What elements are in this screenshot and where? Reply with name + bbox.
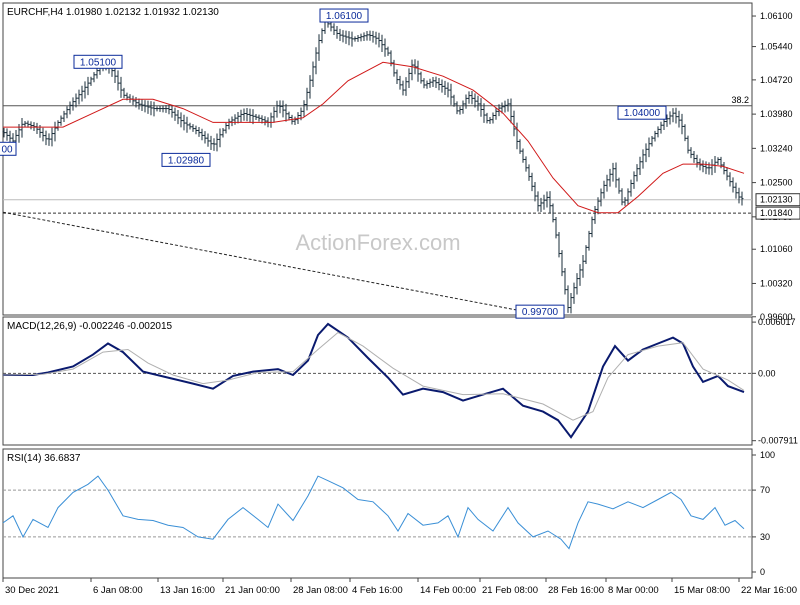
eurchf-chart: ActionForex.com EURCHF,H4 1.01980 1.0213…: [0, 0, 800, 600]
rsi-tick-label: 100: [760, 450, 775, 460]
support-level-badge: 1.01840: [755, 206, 800, 220]
time-tick-label: 21 Jan 00:00: [225, 585, 280, 596]
swing-label-text: 0.99700: [522, 307, 559, 318]
support-level-badge-text: 1.01840: [760, 208, 793, 218]
price-tick-label: 1.03240: [760, 143, 793, 153]
time-tick-label: 8 Mar 00:00: [608, 585, 659, 596]
swing-label: 1.02980: [161, 152, 211, 167]
rsi-tick-label: 70: [760, 485, 770, 495]
fib-level-label: 38.2: [731, 95, 749, 105]
swing-label-text: 1.02980: [168, 155, 205, 166]
macd-panel-title: MACD(12,26,9) -0.002246 -0.002015: [7, 321, 173, 332]
rsi-tick-label: 30: [760, 532, 770, 542]
rsi-panel-title: RSI(14) 36.6837: [7, 453, 81, 464]
swing-label: 1.05100: [73, 54, 123, 69]
watermark: ActionForex.com: [295, 230, 460, 255]
swing-label: 0.99700: [515, 304, 565, 319]
current-price-badge: 1.02130: [755, 193, 800, 207]
price-tick-label: 1.03980: [760, 109, 793, 119]
price-tick-label: 1.02500: [760, 178, 793, 188]
swing-label-text: 1.04000: [624, 108, 661, 119]
swing-label-text: 00: [1, 144, 13, 155]
price-tick-label: 1.01060: [760, 244, 793, 254]
swing-label-text: 1.05100: [80, 57, 117, 68]
time-tick-label: 21 Feb 08:00: [482, 585, 538, 596]
macd-tick-label: 0.006017: [758, 317, 796, 327]
price-tick-label: 1.00320: [760, 278, 793, 288]
time-tick-label: 28 Jan 08:00: [293, 585, 348, 596]
swing-label: 1.04000: [617, 105, 667, 120]
swing-label-text: 1.06100: [326, 11, 363, 22]
time-tick-label: 13 Jan 16:00: [160, 585, 215, 596]
time-tick-label: 15 Mar 08:00: [674, 585, 730, 596]
time-tick-label: 14 Feb 00:00: [420, 585, 476, 596]
swing-label: 00: [0, 141, 17, 156]
swing-label: 1.06100: [319, 8, 369, 23]
time-tick-label: 4 Feb 16:00: [352, 585, 403, 596]
current-price-badge-text: 1.02130: [760, 195, 793, 205]
rsi-tick-label: 0: [760, 567, 765, 577]
macd-tick-label: 0.00: [758, 368, 776, 378]
price-tick-label: 1.06100: [760, 11, 793, 21]
time-tick-label: 6 Jan 08:00: [93, 585, 143, 596]
macd-tick-label: -0.007911: [758, 436, 798, 446]
time-tick-label: 28 Feb 16:00: [548, 585, 604, 596]
time-tick-label: 22 Mar 16:00: [741, 585, 797, 596]
price-tick-label: 1.04720: [760, 75, 793, 85]
price-panel-title: EURCHF,H4 1.01980 1.02132 1.01932 1.0213…: [7, 7, 219, 18]
time-tick-label: 30 Dec 2021: [5, 585, 59, 596]
price-tick-label: 1.05440: [760, 42, 793, 52]
